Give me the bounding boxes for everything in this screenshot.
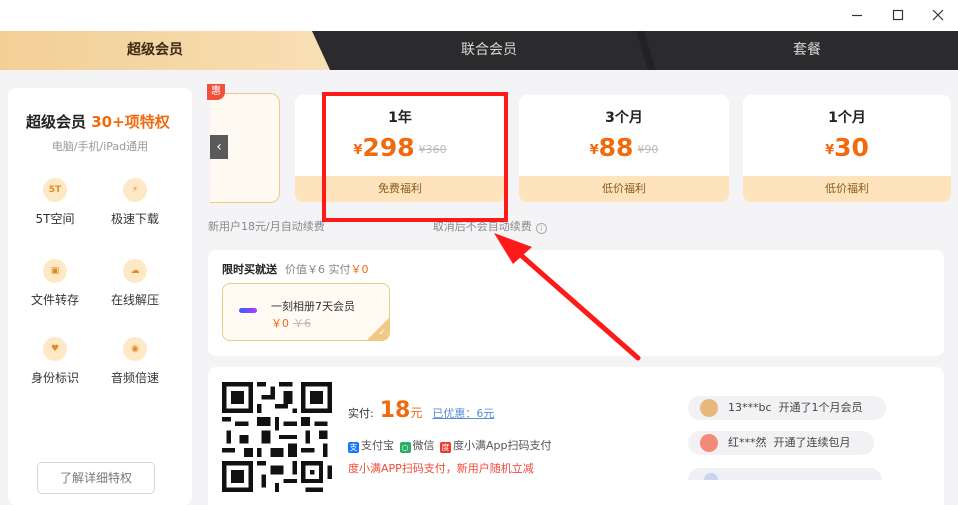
activity-feed-item: 13***bc 开通了1个月会员 (688, 396, 886, 420)
selected-check-icon: ✓ (367, 318, 389, 340)
gift-price: ￥0 ￥6 (271, 315, 311, 331)
user-avatar (700, 399, 718, 417)
user-avatar (700, 434, 718, 452)
info-icon[interactable]: i (535, 223, 547, 234)
storage-5t-icon: 5T (43, 178, 67, 202)
close-button[interactable] (924, 4, 952, 26)
privileges-title: 超级会员 30+项特权 (26, 111, 170, 132)
title-bar (0, 0, 958, 31)
plan-card-1-month[interactable]: 1个月 ¥30 低价福利 (743, 95, 951, 202)
currency-symbol: ¥ (589, 143, 599, 158)
gift-promo-title: 限时买就送 (222, 263, 277, 276)
privileges-subtitle: 电脑/手机/iPad通用 (51, 140, 149, 153)
gift-current-price: ￥0 (271, 317, 289, 330)
gift-name: 一刻相册7天会员 (271, 300, 355, 313)
yike-album-logo-icon (239, 308, 257, 313)
tab-joint-member[interactable]: 联合会员 (330, 31, 648, 70)
privileges-count: 30+项特权 (91, 113, 170, 131)
badge-icon: ♥ (43, 337, 67, 361)
feature-file-transfer[interactable]: ▣ 文件转存 (20, 259, 90, 308)
feed-action: 开通了1个月会员 (778, 401, 863, 414)
plan-price: ¥30 (743, 133, 951, 162)
discount-link[interactable]: 已优惠：6元 (432, 407, 494, 420)
gift-promo-section: 限时买就送 价值￥6 实付￥0 一刻相册7天会员 ￥0 ￥6 ✓ (208, 250, 944, 356)
renewal-notice-left: 新用户18元/月自动续费 (208, 220, 325, 233)
cloud-icon: ☁ (123, 259, 147, 283)
chevron-left-icon: ‹ (216, 139, 222, 155)
speed-icon: ◉ (123, 337, 147, 361)
gift-option-card[interactable]: 一刻相册7天会员 ￥0 ￥6 ✓ (222, 283, 390, 341)
feed-action: 开通了连续包月 (773, 436, 851, 449)
privileges-panel: 超级会员 30+项特权 电脑/手机/iPad通用 5T 5T空间 ⚡ 极速下载 … (8, 88, 192, 505)
plan-price: ¥88 ¥90 (519, 133, 729, 162)
original-price: ¥90 (637, 143, 659, 156)
view-privileges-button[interactable]: 了解详细特权 (37, 462, 155, 494)
plan-tag: 低价福利 (519, 176, 729, 202)
feed-user: 红***然 (728, 436, 767, 449)
folder-icon: ▣ (43, 259, 67, 283)
feature-label: 音频倍速 (110, 371, 159, 385)
feature-fast-download[interactable]: ⚡ 极速下载 (100, 178, 170, 227)
plan-name: 1个月 (828, 110, 866, 126)
feature-5t-space[interactable]: 5T 5T空间 (20, 178, 90, 227)
feature-identity-badge[interactable]: ♥ 身份标识 (20, 337, 90, 386)
tab-bundle[interactable]: 套餐 (656, 31, 958, 70)
activity-feed-item-partial (688, 468, 882, 480)
feature-label: 在线解压 (110, 293, 159, 307)
plan-name: 3个月 (605, 110, 643, 126)
highlight-box (322, 92, 508, 222)
currency-symbol: ¥ (825, 143, 835, 158)
minimize-icon (852, 14, 862, 17)
payment-unit: 元 (410, 406, 423, 420)
tab-super-member[interactable]: 超级会员 (0, 31, 310, 70)
payment-qr-code (222, 382, 332, 492)
gift-original-price: ￥6 (293, 317, 311, 330)
feed-user: 13***bc (728, 401, 772, 414)
close-icon (932, 9, 944, 21)
feature-label: 身份标识 (30, 371, 79, 385)
gift-promo-header: 限时买就送 价值￥6 实付￥0 (222, 261, 369, 277)
wechat-label: 微信 (412, 439, 435, 452)
alipay-icon: 支 (348, 442, 359, 453)
feature-label: 极速下载 (110, 212, 159, 226)
plan-card-3-months[interactable]: 3个月 ¥88 ¥90 低价福利 (519, 95, 729, 202)
maximize-button[interactable] (884, 4, 912, 26)
duxiaoman-label: 度小满App扫码支付 (453, 439, 552, 452)
bolt-icon: ⚡ (123, 178, 147, 202)
payment-promo-text: 度小满APP扫码支付，新用户随机立减 (348, 462, 534, 475)
gift-paid-amount: ￥0 (350, 263, 369, 276)
payment-label: 实付: (348, 407, 374, 420)
privileges-title-text: 超级会员 (26, 113, 87, 131)
price-amount: 30 (834, 133, 869, 162)
feature-label: 文件转存 (30, 293, 79, 307)
payment-amount: 18 (379, 398, 411, 423)
gift-value-text: 价值￥6 实付 (285, 263, 351, 276)
price-amount: 88 (598, 133, 634, 162)
wechat-icon: ○ (399, 442, 411, 453)
tab-bar: 超级会员 联合会员 套餐 (0, 31, 958, 70)
user-avatar (704, 473, 718, 480)
discount-badge: 惠 (207, 84, 225, 100)
payment-total: 实付: 18元 已优惠：6元 (348, 398, 494, 423)
alipay-label: 支付宝 (361, 439, 394, 452)
feature-online-unzip[interactable]: ☁ 在线解压 (100, 259, 170, 308)
activity-feed-item: 红***然 开通了连续包月 (688, 431, 874, 455)
payment-methods: 支支付宝 ○ 微信 度度小满App扫码支付 (348, 437, 552, 453)
minimize-button[interactable] (843, 4, 871, 26)
scroll-left-button[interactable]: ‹ (210, 135, 228, 159)
feature-audio-speed[interactable]: ◉ 音频倍速 (100, 337, 170, 386)
feature-label: 5T空间 (35, 212, 75, 226)
plan-tag: 低价福利 (743, 176, 951, 202)
duxiaoman-icon: 度 (440, 442, 451, 453)
maximize-icon (892, 9, 904, 21)
